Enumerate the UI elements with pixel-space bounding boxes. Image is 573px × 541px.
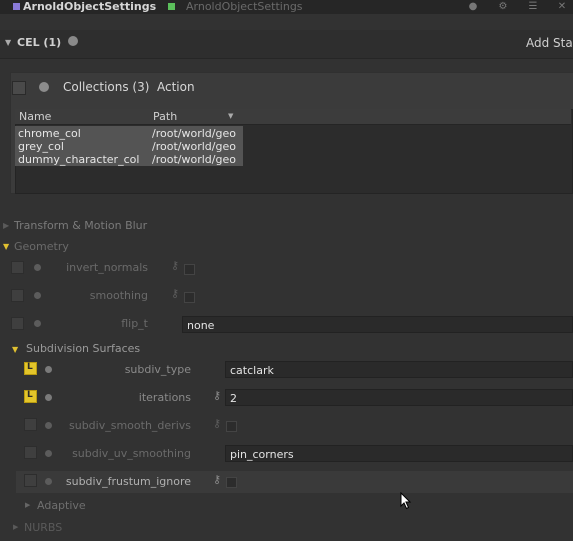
sort-arrow-icon[interactable]: ▼ xyxy=(228,112,233,120)
local-toggle-icon[interactable] xyxy=(24,446,37,459)
add-statement-button[interactable]: Add Sta xyxy=(526,36,573,50)
subdiv-smooth-derivs-checkbox[interactable] xyxy=(226,421,237,432)
key-icon[interactable]: ⚷ xyxy=(171,259,179,272)
list-header xyxy=(15,109,571,125)
state-dot-icon xyxy=(45,394,52,401)
list-item-name[interactable]: chrome_col xyxy=(18,127,81,140)
section-geometry[interactable]: Geometry xyxy=(14,240,69,253)
section-transform[interactable]: Transform & Motion Blur xyxy=(14,219,147,232)
section-adaptive[interactable]: Adaptive xyxy=(37,499,86,512)
param-label-smoothing: smoothing xyxy=(89,289,148,302)
param-label-subdiv-uv-smoothing: subdiv_uv_smoothing xyxy=(72,447,191,460)
collapsed-arrow-icon[interactable]: ▶ xyxy=(25,501,30,509)
subdiv-frustum-ignore-checkbox[interactable] xyxy=(226,477,237,488)
subdiv-uv-smoothing-dropdown[interactable]: pin_corners xyxy=(225,445,573,462)
flip-t-dropdown[interactable]: none xyxy=(182,316,573,333)
key-icon[interactable]: ⚷ xyxy=(213,389,221,402)
collapsed-arrow-icon[interactable]: ▶ xyxy=(3,221,9,230)
state-dot-icon xyxy=(45,450,52,457)
collections-target-icon[interactable] xyxy=(39,82,49,92)
state-dot-icon xyxy=(34,292,41,299)
local-toggle-icon[interactable] xyxy=(11,261,24,274)
list-icon[interactable]: ☰ xyxy=(527,1,539,13)
invert-normals-checkbox[interactable] xyxy=(184,264,195,275)
key-icon[interactable]: ⚷ xyxy=(171,287,179,300)
cel-label[interactable]: CEL (1) xyxy=(17,36,61,49)
column-header-name[interactable]: Name xyxy=(19,110,51,123)
state-dot-icon xyxy=(45,478,52,485)
mouse-cursor-icon xyxy=(400,492,412,510)
state-dot-icon xyxy=(34,320,41,327)
param-label-iterations: iterations xyxy=(138,391,191,404)
list-item-name[interactable]: grey_col xyxy=(18,140,64,153)
param-label-subdiv-type: subdiv_type xyxy=(124,363,191,376)
key-icon[interactable]: ⚷ xyxy=(213,473,221,486)
section-nurbs[interactable]: NURBS xyxy=(24,521,62,534)
collapsed-arrow-icon[interactable]: ▶ xyxy=(13,523,18,531)
subdiv-type-dropdown[interactable]: catclark xyxy=(225,361,573,378)
param-label-invert-normals: invert_normals xyxy=(66,261,148,274)
local-toggle-icon[interactable] xyxy=(24,362,37,375)
node-type-square xyxy=(168,3,175,10)
cel-target-icon[interactable] xyxy=(68,36,78,46)
column-header-path[interactable]: Path xyxy=(153,110,177,123)
node-name[interactable]: ArnoldObjectSettings xyxy=(23,0,156,14)
iterations-input[interactable]: 2 xyxy=(225,389,573,406)
cel-bar xyxy=(0,30,573,59)
list-item-path[interactable]: /root/world/geo xyxy=(152,140,236,153)
node-type-label: ArnoldObjectSettings xyxy=(186,0,303,13)
statement-grip-icon[interactable] xyxy=(12,81,26,95)
local-toggle-icon[interactable] xyxy=(24,418,37,431)
expanded-arrow-icon[interactable]: ▼ xyxy=(12,345,18,354)
circle-icon[interactable]: ● xyxy=(467,1,479,13)
collections-label[interactable]: Collections (3) xyxy=(63,80,149,94)
local-toggle-icon[interactable] xyxy=(24,390,37,403)
state-dot-icon xyxy=(34,264,41,271)
state-dot-icon xyxy=(45,422,52,429)
param-label-subdiv-frustum-ignore: subdiv_frustum_ignore xyxy=(65,475,191,488)
close-icon[interactable]: ✕ xyxy=(556,1,568,13)
local-toggle-icon[interactable] xyxy=(11,289,24,302)
list-item-path[interactable]: /root/world/geo xyxy=(152,153,236,166)
state-dot-icon xyxy=(45,366,52,373)
gear-icon[interactable]: ⚙ xyxy=(497,1,509,13)
section-subdivision[interactable]: Subdivision Surfaces xyxy=(26,342,140,355)
local-toggle-icon[interactable] xyxy=(11,317,24,330)
param-label-flip-t: flip_t xyxy=(121,317,148,330)
key-icon[interactable]: ⚷ xyxy=(213,417,221,430)
param-label-subdiv-smooth-derivs: subdiv_smooth_derivs xyxy=(69,419,191,432)
expanded-arrow-icon[interactable]: ▼ xyxy=(3,242,9,251)
local-toggle-icon[interactable] xyxy=(24,474,37,487)
cel-collapse-arrow-icon[interactable]: ▼ xyxy=(5,38,11,47)
list-item-name[interactable]: dummy_character_col xyxy=(18,153,139,166)
list-item-path[interactable]: /root/world/geo xyxy=(152,127,236,140)
action-menu[interactable]: Action xyxy=(157,80,195,94)
smoothing-checkbox[interactable] xyxy=(184,292,195,303)
node-color-badge xyxy=(13,3,20,10)
